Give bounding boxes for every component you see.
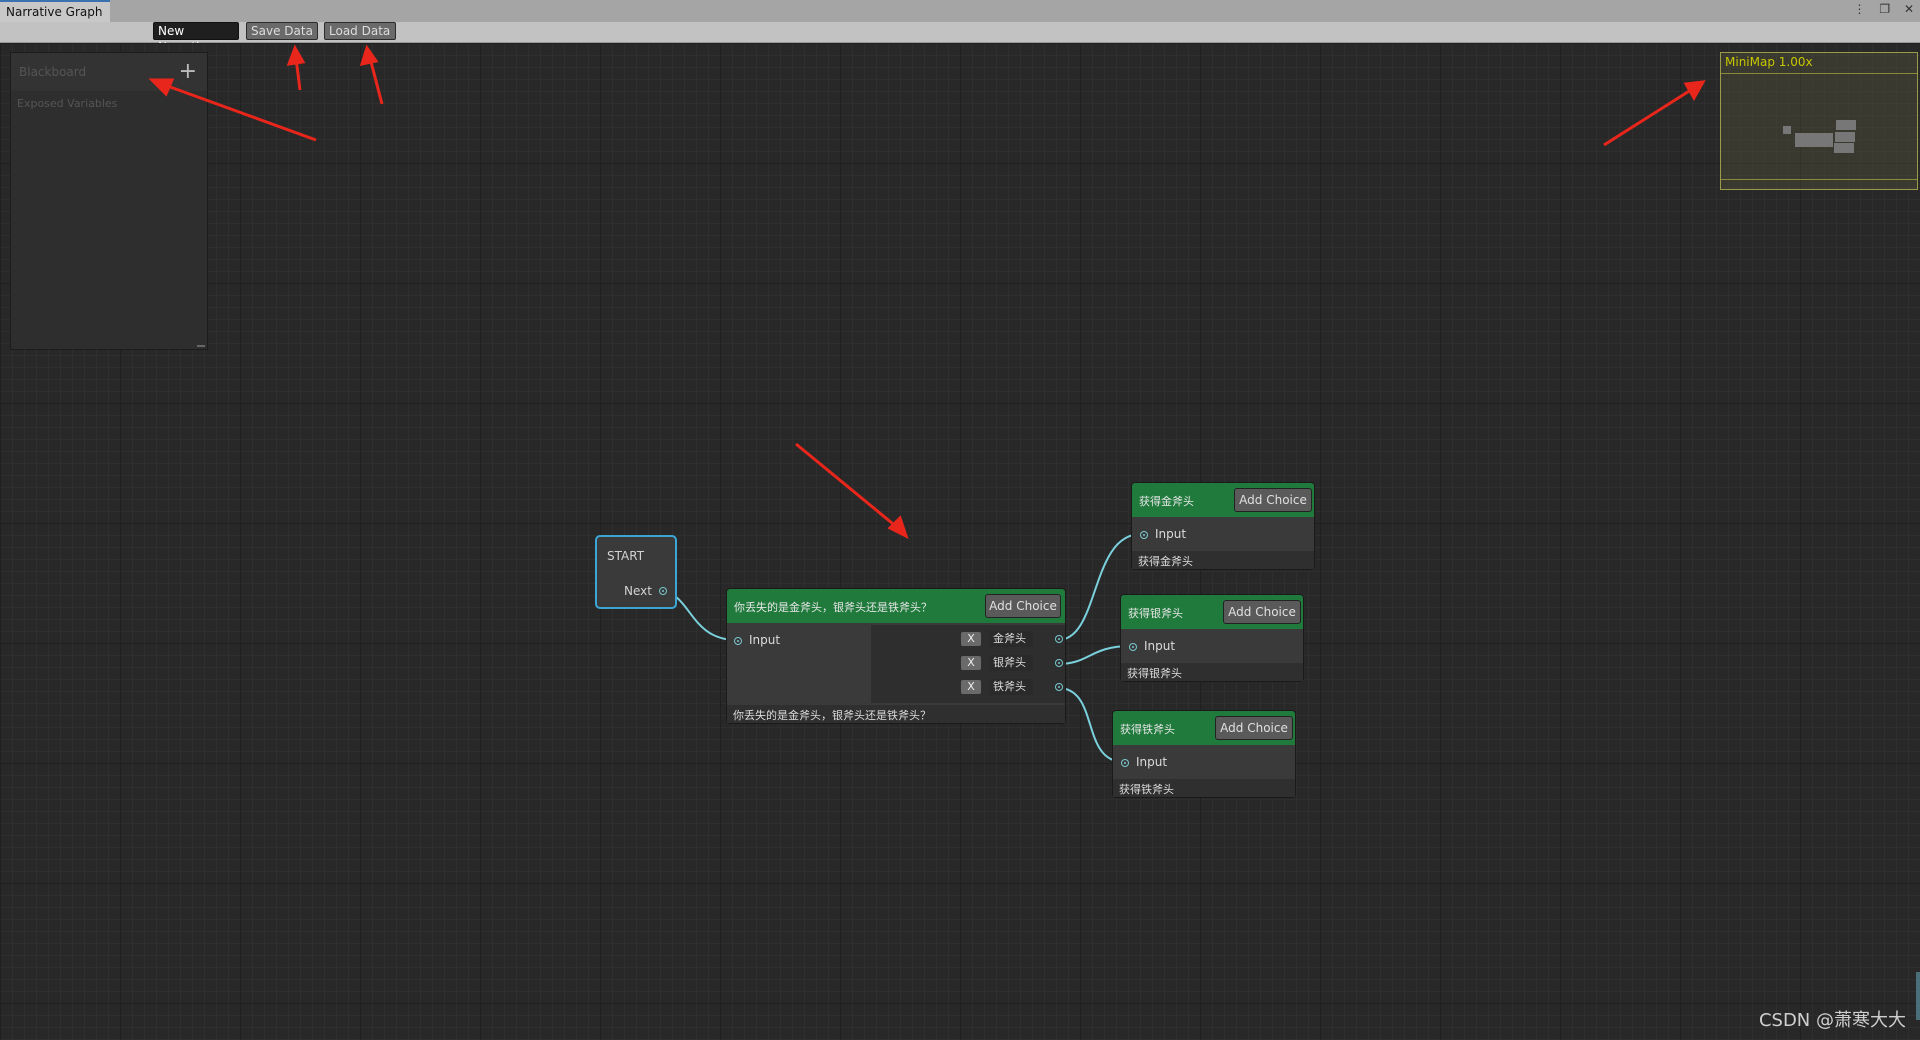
input-port-label: Input [1136, 755, 1168, 769]
result-text: 获得铁斧头 [1119, 783, 1174, 796]
add-choice-button[interactable]: Add Choice [1234, 488, 1312, 512]
input-port[interactable] [734, 637, 742, 645]
annotation-arrowhead [359, 44, 379, 67]
annotation-arrowhead [148, 78, 175, 97]
output-container: X 金斧头 X 银斧头 X 铁斧头 [871, 625, 1065, 703]
next-port-label: Next [624, 584, 652, 598]
choice-output-port[interactable] [1055, 659, 1063, 667]
choice-field[interactable]: 金斧头 [989, 631, 1033, 647]
choice-output-port[interactable] [1055, 683, 1063, 691]
annotation-arrow [1603, 86, 1695, 147]
remove-choice-button[interactable]: X [961, 656, 981, 670]
choice-output-port[interactable] [1055, 635, 1063, 643]
remove-choice-button[interactable]: X [961, 632, 981, 646]
annotation-arrowhead [1683, 80, 1706, 102]
dialogue-text-field[interactable]: 你丢失的是金斧头，银斧头还是铁斧头？ [727, 705, 1065, 723]
result-text-field[interactable]: 获得银斧头 [1121, 663, 1303, 681]
result-node-header: 获得铁斧头 Add Choice [1113, 711, 1295, 745]
result-node-header: 获得银斧头 Add Choice [1121, 595, 1303, 629]
annotation-arrowhead [887, 515, 909, 539]
add-choice-button[interactable]: Add Choice [985, 594, 1061, 618]
start-node[interactable]: START Next [595, 535, 677, 609]
dialogue-node-header: 你丢失的是金斧头，银斧头还是铁斧头？ Add Choice [727, 589, 1065, 623]
next-output-port[interactable] [659, 587, 667, 595]
edge-layer [148, 44, 1706, 763]
result-text-field[interactable]: 获得铁斧头 [1113, 779, 1295, 797]
result-node-title: 获得银斧头 [1128, 607, 1183, 620]
input-port[interactable] [1140, 531, 1148, 539]
input-container: Input [727, 625, 870, 703]
annotation-arrow [795, 442, 899, 530]
scroll-indicator[interactable] [1916, 972, 1920, 1020]
remove-choice-button[interactable]: X [961, 680, 981, 694]
input-port-label: Input [1144, 639, 1176, 653]
input-port-label: Input [1155, 527, 1187, 541]
result-node-gold[interactable]: 获得金斧头 Add Choice Input 获得金斧头 [1131, 482, 1315, 570]
input-port-label: Input [749, 633, 781, 647]
choice-field[interactable]: 银斧头 [989, 655, 1033, 671]
watermark: CSDN @萧寒大大 [1758, 1010, 1906, 1031]
annotation-arrowhead [286, 44, 306, 66]
result-node-header: 获得金斧头 Add Choice [1132, 483, 1314, 517]
input-port[interactable] [1121, 759, 1129, 767]
result-node-iron[interactable]: 获得铁斧头 Add Choice Input 获得铁斧头 [1112, 710, 1296, 798]
add-choice-button[interactable]: Add Choice [1223, 600, 1301, 624]
dialogue-node[interactable]: 你丢失的是金斧头，银斧头还是铁斧头？ Add Choice Input X 金斧… [726, 588, 1066, 724]
result-node-title: 获得金斧头 [1139, 495, 1194, 508]
result-node-silver[interactable]: 获得银斧头 Add Choice Input 获得银斧头 [1120, 594, 1304, 682]
dialogue-text: 你丢失的是金斧头，银斧头还是铁斧头？ [733, 709, 931, 722]
annotation-arrow [368, 57, 384, 105]
choice-field[interactable]: 铁斧头 [989, 679, 1033, 695]
dialogue-node-title: 你丢失的是金斧头，银斧头还是铁斧头？ [734, 601, 932, 614]
start-node-title: START [607, 549, 645, 563]
input-port[interactable] [1129, 643, 1137, 651]
result-text-field[interactable]: 获得金斧头 [1132, 551, 1314, 569]
add-choice-button[interactable]: Add Choice [1215, 716, 1293, 740]
annotation-arrow [161, 82, 317, 142]
result-node-title: 获得铁斧头 [1120, 723, 1175, 736]
result-text: 获得银斧头 [1127, 667, 1182, 680]
result-text: 获得金斧头 [1138, 555, 1193, 568]
